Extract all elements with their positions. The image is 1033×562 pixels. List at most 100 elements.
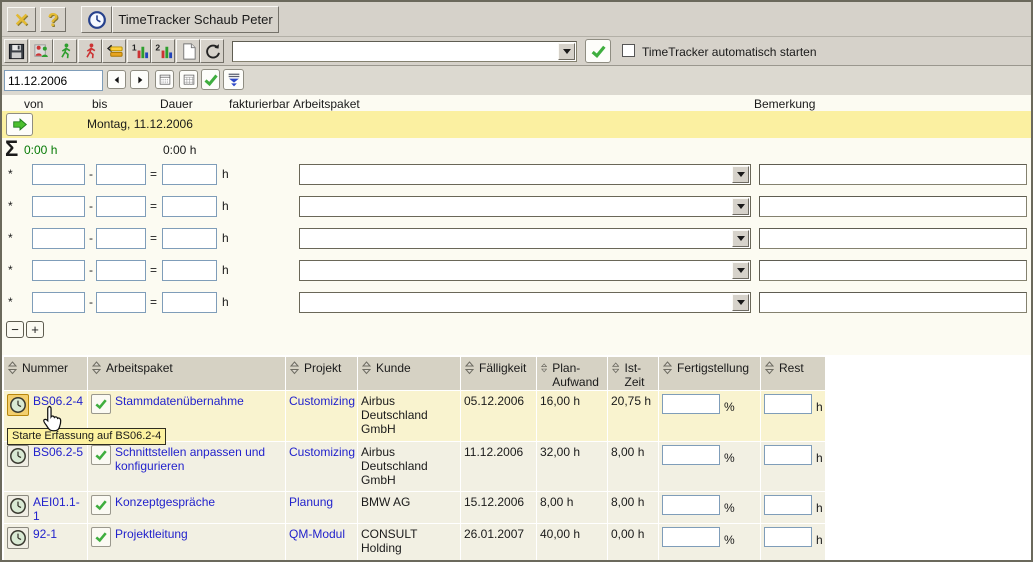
- week-calendar-button[interactable]: [179, 70, 198, 89]
- autostart-checkbox[interactable]: [622, 44, 635, 57]
- help-button[interactable]: ?: [40, 7, 66, 32]
- dauer-input[interactable]: [162, 196, 217, 217]
- table-cell-rest: h: [761, 442, 825, 491]
- dropdown-arrow-icon[interactable]: [732, 230, 749, 247]
- collapse-all-button[interactable]: [223, 69, 244, 90]
- task-number-link[interactable]: BS06.2-5: [33, 445, 83, 459]
- arbeitspaket-link[interactable]: Projektleitung: [115, 527, 188, 541]
- von-input[interactable]: [32, 260, 85, 281]
- save-button[interactable]: [4, 39, 28, 63]
- complete-task-button[interactable]: [91, 394, 111, 414]
- bis-input[interactable]: [96, 228, 146, 249]
- col-header-fertigstellung[interactable]: Fertigstellung: [659, 357, 760, 390]
- col-header-projekt[interactable]: Projekt: [286, 357, 357, 390]
- fertigstellung-input[interactable]: [662, 394, 720, 414]
- switch-user-button[interactable]: [29, 39, 53, 63]
- arbeitspaket-select[interactable]: [299, 292, 751, 313]
- dauer-input[interactable]: [162, 292, 217, 313]
- refresh-button[interactable]: [200, 39, 224, 63]
- bis-input[interactable]: [96, 164, 146, 185]
- complete-task-button[interactable]: [91, 495, 111, 515]
- von-input[interactable]: [32, 196, 85, 217]
- start-tracking-button[interactable]: [7, 495, 29, 517]
- rest-input[interactable]: [764, 445, 812, 465]
- col-header-plan-aufwand[interactable]: Plan-Aufwand: [537, 357, 607, 390]
- report-2-button[interactable]: 2: [151, 39, 175, 63]
- arbeitspaket-select[interactable]: [299, 164, 751, 185]
- fertigstellung-input[interactable]: [662, 495, 720, 515]
- hours-unit: h: [222, 263, 229, 277]
- next-day-button[interactable]: [130, 70, 149, 89]
- arbeitspaket-link[interactable]: Schnittstellen anpassen und konfiguriere…: [115, 445, 282, 473]
- col-header-ist-zeit[interactable]: Ist-Zeit: [608, 357, 658, 390]
- dropdown-arrow-icon[interactable]: [558, 43, 575, 60]
- arbeitspaket-select[interactable]: [299, 260, 751, 281]
- rest-input[interactable]: [764, 394, 812, 414]
- task-number-link[interactable]: AEI01.1-1: [33, 495, 84, 523]
- bis-input[interactable]: [96, 196, 146, 217]
- close-button[interactable]: ✕: [7, 7, 36, 32]
- start-tracking-button[interactable]: [7, 527, 29, 549]
- col-header-rest[interactable]: Rest: [761, 357, 825, 390]
- projekt-link[interactable]: QM-Modul: [289, 527, 345, 541]
- fertigstellung-input[interactable]: [662, 527, 720, 547]
- col-header-arbeitspaket[interactable]: Arbeitspaket: [88, 357, 285, 390]
- rest-input[interactable]: [764, 527, 812, 547]
- add-row-button[interactable]: +: [26, 321, 44, 338]
- arbeitspaket-link[interactable]: Konzeptgespräche: [115, 495, 215, 509]
- arbeitspaket-link[interactable]: Stammdatenübernahme: [115, 394, 244, 408]
- dropdown-arrow-icon[interactable]: [732, 198, 749, 215]
- dropdown-arrow-icon[interactable]: [732, 166, 749, 183]
- time-entry-row: * - = h: [2, 256, 1031, 288]
- bemerkung-input[interactable]: [759, 260, 1027, 281]
- dauer-input[interactable]: [162, 164, 217, 185]
- start-tracking-toolbar-button[interactable]: [53, 39, 77, 63]
- report-1-button[interactable]: 1: [127, 39, 151, 63]
- col-header-faelligkeit[interactable]: Fälligkeit: [461, 357, 536, 390]
- stop-tracking-toolbar-button[interactable]: [78, 39, 102, 63]
- col-header-kunde[interactable]: Kunde: [358, 357, 460, 390]
- dropdown-arrow-icon[interactable]: [732, 262, 749, 279]
- von-input[interactable]: [32, 228, 85, 249]
- bemerkung-input[interactable]: [759, 228, 1027, 249]
- go-to-day-button[interactable]: [6, 113, 33, 136]
- start-tracking-button[interactable]: [7, 394, 29, 416]
- task-quick-select[interactable]: [232, 41, 577, 62]
- percent-unit: %: [724, 527, 735, 547]
- dauer-input[interactable]: [162, 260, 217, 281]
- table-cell-kunde: BMW AG: [358, 492, 460, 523]
- bemerkung-input[interactable]: [759, 292, 1027, 313]
- von-input[interactable]: [32, 292, 85, 313]
- rest-input[interactable]: [764, 495, 812, 515]
- projekt-link[interactable]: Customizing: [289, 445, 355, 459]
- bis-input[interactable]: [96, 260, 146, 281]
- date-input[interactable]: [4, 70, 103, 91]
- start-tracking-button[interactable]: [7, 445, 29, 467]
- arbeitspaket-select[interactable]: [299, 196, 751, 217]
- new-entry-button[interactable]: [176, 39, 200, 63]
- confirm-button[interactable]: [585, 39, 611, 63]
- projekt-link[interactable]: Planung: [289, 495, 333, 509]
- apply-date-button[interactable]: [201, 69, 220, 90]
- table-cell-plan-aufwand: 16,00 h: [537, 391, 607, 441]
- task-number-link[interactable]: 92-1: [33, 527, 57, 541]
- bemerkung-input[interactable]: [759, 164, 1027, 185]
- von-input[interactable]: [32, 164, 85, 185]
- faelligkeit-text: 05.12.2006: [464, 394, 524, 408]
- bis-input[interactable]: [96, 292, 146, 313]
- entry-column-labels: von bis Dauer fakturierbar Arbeitspaket …: [2, 97, 1031, 111]
- projekt-link[interactable]: Customizing: [289, 394, 355, 408]
- app-clock-button[interactable]: [81, 6, 112, 33]
- dauer-input[interactable]: [162, 228, 217, 249]
- fertigstellung-input[interactable]: [662, 445, 720, 465]
- col-header-nummer[interactable]: Nummer: [4, 357, 87, 390]
- remove-row-button[interactable]: −: [6, 321, 24, 338]
- bemerkung-input[interactable]: [759, 196, 1027, 217]
- pause-button[interactable]: [102, 39, 126, 63]
- arbeitspaket-select[interactable]: [299, 228, 751, 249]
- calendar-button[interactable]: [155, 70, 174, 89]
- complete-task-button[interactable]: [91, 445, 111, 465]
- complete-task-button[interactable]: [91, 527, 111, 547]
- dropdown-arrow-icon[interactable]: [732, 294, 749, 311]
- previous-day-button[interactable]: [107, 70, 126, 89]
